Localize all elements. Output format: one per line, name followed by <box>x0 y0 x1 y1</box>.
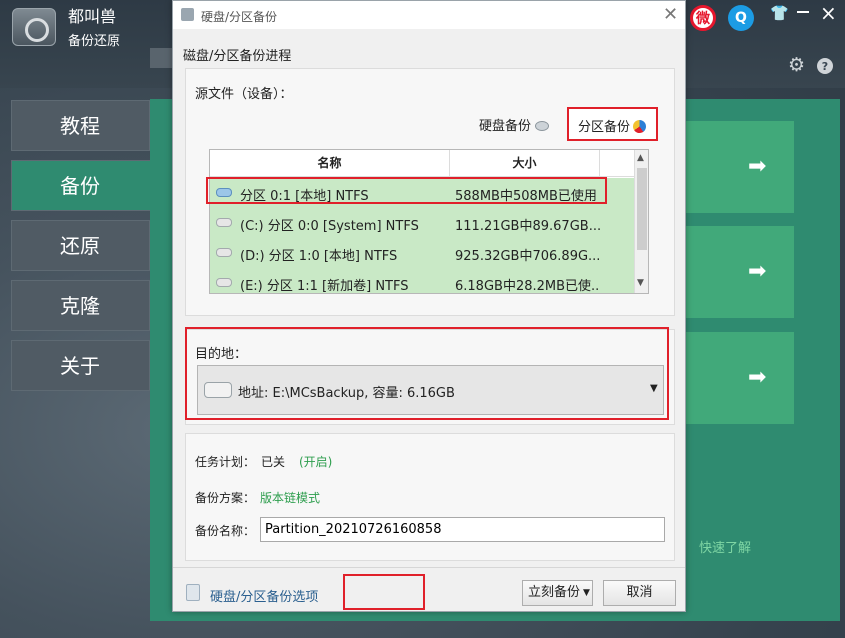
tab-partition-backup[interactable]: 分区备份 <box>567 107 658 141</box>
scheme-label: 备份方案： <box>195 491 256 505</box>
tab-partition-label: 分区备份 <box>578 120 631 135</box>
table-scrollbar[interactable]: ▲ ▼ <box>634 150 648 293</box>
app-subtitle: 备份还原 <box>68 34 121 49</box>
qq-icon[interactable]: Q <box>728 5 754 31</box>
tab-disk-backup[interactable]: 硬盘备份 <box>479 115 550 134</box>
backup-name-label: 备份名称： <box>195 524 256 538</box>
row-name: (C:) 分区 0:0 [System] NTFS <box>240 219 419 234</box>
table-row[interactable]: (D:) 分区 1:0 [本地] NTFS 925.32GB中706.89G..… <box>210 238 634 268</box>
dialog-close-icon[interactable]: ✕ <box>663 4 678 25</box>
nav-about[interactable]: 关于 <box>11 340 150 391</box>
row-size: 6.18GB中28.2MB已使... <box>455 279 600 294</box>
disk-icon <box>535 121 550 131</box>
schedule-value: 已关 <box>261 455 286 469</box>
selected-row-highlight <box>206 177 607 204</box>
backup-now-button[interactable]: 立刻备份 ▼ <box>522 580 593 606</box>
arrow-right-icon: ➡ <box>748 365 767 390</box>
scroll-down-icon[interactable]: ▼ <box>637 278 644 288</box>
nav-backup[interactable]: 备份 <box>11 160 161 211</box>
minimize-icon[interactable] <box>797 11 809 13</box>
help-icon[interactable]: ? <box>817 58 833 74</box>
nav-tutorial[interactable]: 教程 <box>11 100 150 151</box>
backup-now-label: 立刻备份 <box>528 585 581 600</box>
backup-name-input[interactable] <box>260 517 665 542</box>
option-card[interactable]: ➡ <box>686 226 794 318</box>
backup-options-link[interactable]: 硬盘/分区备份选项 <box>210 586 318 605</box>
source-label: 源文件（设备）： <box>195 87 293 102</box>
quick-learn-link[interactable]: 快速了解 <box>699 537 751 556</box>
disk-icon <box>181 8 194 21</box>
row-name: (E:) 分区 1:1 [新加卷] NTFS <box>240 279 409 294</box>
footer-divider <box>173 567 685 568</box>
backup-button-highlight <box>343 574 425 610</box>
row-size: 925.32GB中706.89G... <box>455 249 600 264</box>
column-header-name[interactable]: 名称 <box>210 150 450 177</box>
backup-dialog: 硬盘/分区备份 ✕ 磁盘/分区备份进程 源文件（设备）： 硬盘备份 分区备份 名… <box>172 0 686 612</box>
destination-highlight <box>185 327 669 420</box>
schedule-label: 任务计划： <box>195 455 256 469</box>
dialog-titlebar: 硬盘/分区备份 ✕ <box>173 1 685 29</box>
shirt-icon[interactable]: 👕 <box>770 4 789 22</box>
option-card[interactable]: ➡ <box>686 121 794 213</box>
weibo-icon[interactable]: 微 <box>690 5 716 31</box>
close-icon[interactable]: × <box>820 1 837 25</box>
app-logo-icon <box>12 8 56 46</box>
chevron-down-icon: ▼ <box>583 588 590 598</box>
scroll-thumb[interactable] <box>637 168 647 250</box>
scroll-up-icon[interactable]: ▲ <box>637 153 644 163</box>
arrow-right-icon: ➡ <box>748 154 767 179</box>
gear-icon[interactable]: ⚙ <box>788 54 805 76</box>
app-tab-strip <box>150 48 174 68</box>
scheme-link[interactable]: 版本链模式 <box>260 489 320 506</box>
partition-icon <box>216 248 232 257</box>
tab-disk-label: 硬盘备份 <box>479 119 532 134</box>
partition-pie-icon <box>633 120 647 133</box>
table-header: 名称 大小 <box>210 150 634 177</box>
partition-icon <box>216 278 232 287</box>
table-row[interactable]: (E:) 分区 1:1 [新加卷] NTFS 6.18GB中28.2MB已使..… <box>210 268 634 294</box>
partition-icon <box>216 218 232 227</box>
partition-table: 名称 大小 分区 0:1 [本地] NTFS 588MB中508MB已使用 (C… <box>209 149 649 294</box>
dialog-title: 硬盘/分区备份 <box>201 10 278 24</box>
nav-clone[interactable]: 克隆 <box>11 280 150 331</box>
options-document-icon[interactable] <box>186 584 200 601</box>
dialog-heading: 磁盘/分区备份进程 <box>183 49 292 64</box>
row-name: (D:) 分区 1:0 [本地] NTFS <box>240 249 398 264</box>
option-card[interactable]: ➡ <box>686 332 794 424</box>
row-size: 111.21GB中89.67GB... <box>455 219 600 234</box>
nav-restore[interactable]: 还原 <box>11 220 150 271</box>
arrow-right-icon: ➡ <box>748 259 767 284</box>
app-brand: 都叫兽 <box>68 7 117 26</box>
cancel-button[interactable]: 取消 <box>603 580 676 606</box>
column-header-size[interactable]: 大小 <box>450 150 600 177</box>
schedule-enable-link[interactable]: (开启) <box>299 453 332 470</box>
table-row[interactable]: (C:) 分区 0:0 [System] NTFS 111.21GB中89.67… <box>210 208 634 238</box>
